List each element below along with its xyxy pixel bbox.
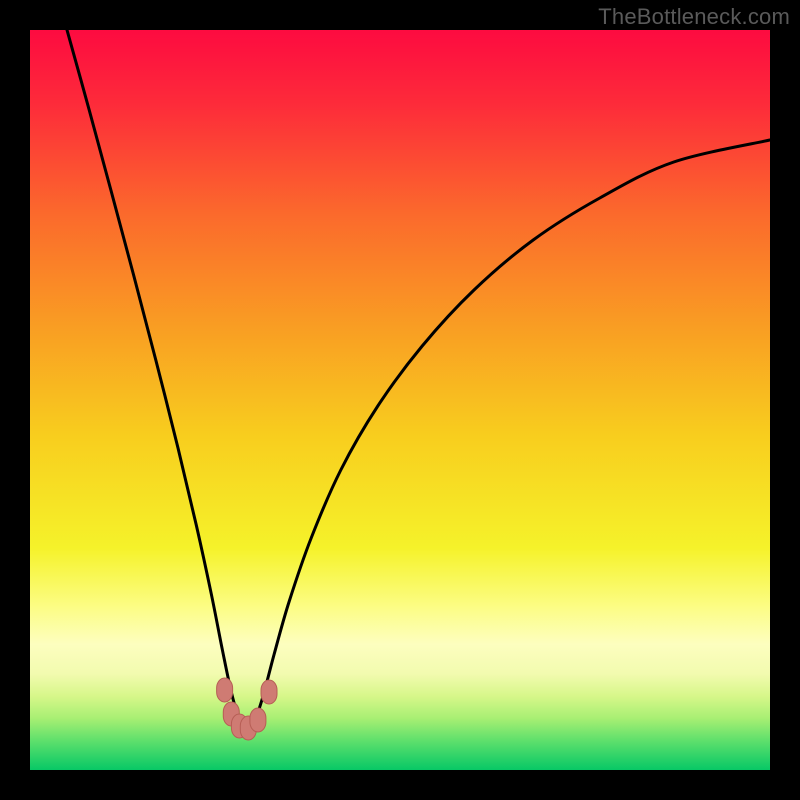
- watermark-text: TheBottleneck.com: [598, 4, 790, 30]
- marker: [250, 708, 266, 732]
- gradient-background: [30, 30, 770, 770]
- outer-frame: TheBottleneck.com: [0, 0, 800, 800]
- marker: [217, 678, 233, 702]
- chart-svg: [30, 30, 770, 770]
- marker: [261, 680, 277, 704]
- plot-area: [30, 30, 770, 770]
